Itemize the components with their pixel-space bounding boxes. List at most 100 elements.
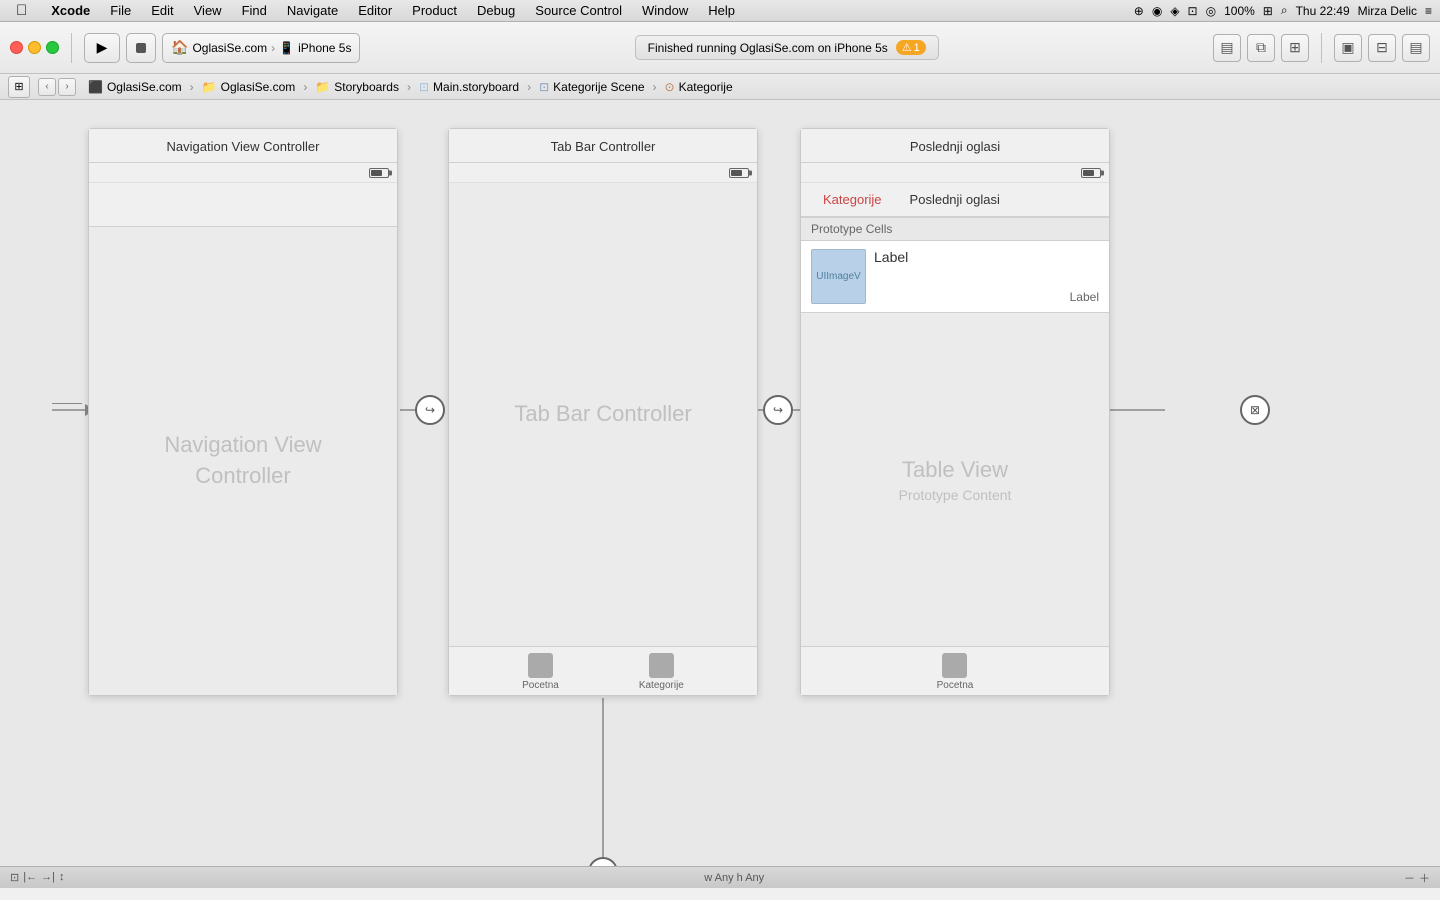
table-view-label: Table View <box>902 457 1008 483</box>
breadcrumb-folder-name: OglasiSe.com <box>221 80 296 94</box>
storyboard-icon: ⊡ <box>419 80 429 94</box>
debug-menu[interactable]: Debug <box>469 0 523 22</box>
breadcrumb-storyboard-file[interactable]: ⊡ Main.storyboard <box>415 78 523 96</box>
nav-controller-title: Navigation View Controller <box>89 129 397 163</box>
seg-poslednji[interactable]: Poslednji oglasi <box>898 189 1012 210</box>
keyboard-icon: ⊞ <box>1263 4 1273 18</box>
breadcrumb-project-name: OglasiSe.com <box>107 80 182 94</box>
grid-view-button[interactable]: ⊞ <box>8 76 30 98</box>
scheme-device-name: iPhone 5s <box>298 41 351 55</box>
tab-status-bar <box>449 163 757 183</box>
segue-tab-table[interactable]: ↪ <box>763 395 793 425</box>
scheme-app-name: OglasiSe.com <box>192 41 267 55</box>
back-button[interactable]: ‹ <box>38 78 56 96</box>
editor-menu[interactable]: Editor <box>350 0 400 22</box>
chevron-right-icon: › <box>271 41 275 55</box>
resize-icon[interactable]: ⊡ <box>10 871 19 884</box>
airplay-icon: ⊕ <box>1134 4 1144 18</box>
zoom-out-icon[interactable]: － <box>1404 870 1415 886</box>
scene-icon: ⊡ <box>539 80 549 94</box>
breadcrumb-folder[interactable]: 📁 OglasiSe.com <box>198 78 300 96</box>
cell-image-view: UIImageV <box>811 249 866 304</box>
navigate-menu[interactable]: Navigate <box>279 0 346 22</box>
time-display: Thu 22:49 <box>1296 4 1350 18</box>
window-menu[interactable]: Window <box>634 0 696 22</box>
source-control-menu[interactable]: Source Control <box>527 0 630 22</box>
scheme-selector[interactable]: 🏠 OglasiSe.com › 📱 iPhone 5s <box>162 33 360 63</box>
segue-nav-tab[interactable]: ↪ <box>415 395 445 425</box>
warning-icon: ⚠ <box>902 41 912 54</box>
breadcrumb-scene[interactable]: ⊡ Kategorije Scene <box>535 78 648 96</box>
table-status-bar <box>801 163 1109 183</box>
tab-battery-icon <box>729 168 749 178</box>
table-tab-pocetna[interactable]: Pocetna <box>937 653 974 691</box>
help-menu[interactable]: Help <box>700 0 743 22</box>
nav-controller-label: Navigation View Controller <box>164 430 321 492</box>
toolbar-divider-1 <box>71 33 72 63</box>
forward-button[interactable]: › <box>58 78 76 96</box>
main-canvas: Navigation View Controller Navigation Vi… <box>0 100 1440 888</box>
view-menu[interactable]: View <box>186 0 230 22</box>
wifi-icon: ◎ <box>1206 4 1216 18</box>
editor-version-button[interactable]: ⊞ <box>1281 34 1309 62</box>
breadcrumb-project[interactable]: ⬛ OglasiSe.com <box>84 78 186 96</box>
exit-icon: ⊠ <box>1250 403 1260 417</box>
list-icon[interactable]: ≡ <box>1425 4 1432 18</box>
breadcrumb-sep-2: › <box>303 80 307 94</box>
breadcrumb-storyboards[interactable]: 📁 Storyboards <box>311 78 403 96</box>
cell-label-top: Label <box>874 249 1099 265</box>
debug-button[interactable]: ⊟ <box>1368 34 1396 62</box>
navigator-button[interactable]: ▣ <box>1334 34 1362 62</box>
stop-button[interactable] <box>126 33 156 63</box>
warning-badge[interactable]: ⚠ 1 <box>896 40 926 55</box>
segmented-control: Kategorije Poslednji oglasi <box>801 183 1109 217</box>
toolbar-right: ▤ ⧉ ⊞ ▣ ⊟ ▤ <box>1213 33 1430 63</box>
size-display-mid: →| <box>41 871 55 884</box>
table-controller-title: Poslednji oglasi <box>801 129 1109 163</box>
maximize-button[interactable] <box>46 41 59 54</box>
cell-label-bottom: Label <box>874 290 1099 304</box>
breadcrumb-sep-4: › <box>527 80 531 94</box>
nav-battery-icon <box>369 168 389 178</box>
tab-controller: Tab Bar Controller Tab Bar Controller Po… <box>448 128 758 696</box>
table-content-area: Table View Prototype Content <box>801 313 1109 646</box>
table-tab-bar: Pocetna <box>801 646 1109 695</box>
apple-menu[interactable]:  <box>8 0 35 22</box>
breadcrumb-class[interactable]: ⊙ Kategorije <box>661 78 737 96</box>
breadcrumb-scene-name: Kategorije Scene <box>553 80 644 94</box>
size-label: w Any h Any <box>704 872 764 884</box>
status-text: Finished running OglasiSe.com on iPhone … <box>648 41 888 55</box>
tab-controller-body: Tab Bar Controller <box>449 183 757 646</box>
search-icon[interactable]: ⌕ <box>1281 3 1288 18</box>
file-menu[interactable]: File <box>102 0 139 22</box>
breadcrumb-sep-3: › <box>407 80 411 94</box>
prototype-cell-row: UIImageV Label Label <box>801 241 1109 313</box>
tab-item-kategorije[interactable]: Kategorije <box>639 653 684 691</box>
screen-icon: ⊡ <box>1188 4 1198 18</box>
editor-assistant-button[interactable]: ⧉ <box>1247 34 1275 62</box>
warning-count: 1 <box>914 42 920 54</box>
segue-exit[interactable]: ⊠ <box>1240 395 1270 425</box>
table-controller: Poslednji oglasi Kategorije Poslednji og… <box>800 128 1110 696</box>
close-button[interactable] <box>10 41 23 54</box>
project-icon: ⬛ <box>88 80 103 94</box>
seg-kategorije[interactable]: Kategorije <box>811 189 894 210</box>
nav-arrows: ‹ › <box>38 78 76 96</box>
edit-menu[interactable]: Edit <box>143 0 181 22</box>
inspector-button[interactable]: ▤ <box>1402 34 1430 62</box>
status-pill: Finished running OglasiSe.com on iPhone … <box>635 35 939 60</box>
minimize-button[interactable] <box>28 41 41 54</box>
segue-icon: ↪ <box>425 403 435 417</box>
product-menu[interactable]: Product <box>404 0 465 22</box>
breadcrumb-sep-1: › <box>190 80 194 94</box>
breadcrumb-class-name: Kategorije <box>679 80 733 94</box>
tab-item-pocetna[interactable]: Pocetna <box>522 653 559 691</box>
find-menu[interactable]: Find <box>234 0 275 22</box>
zoom-in-icon[interactable]: ＋ <box>1419 870 1430 886</box>
xcode-menu[interactable]: Xcode <box>43 0 98 22</box>
prototype-content-label: Prototype Content <box>899 487 1012 503</box>
user-display: Mirza Delic <box>1358 4 1417 18</box>
run-button[interactable]: ▶ <box>84 33 120 63</box>
app-icon: 🏠 <box>171 39 188 56</box>
editor-standard-button[interactable]: ▤ <box>1213 34 1241 62</box>
